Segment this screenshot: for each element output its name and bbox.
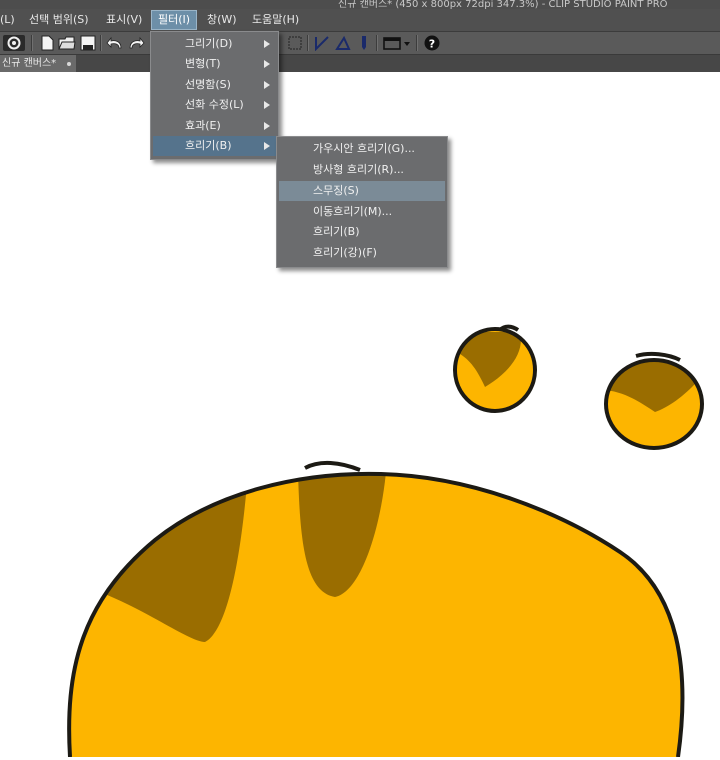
menu-selection[interactable]: 선택 범위(S) bbox=[23, 11, 95, 29]
menu-item-label: 흐리기(B) bbox=[185, 139, 232, 152]
document-tab-bar: 신규 캔버스* bbox=[0, 55, 720, 72]
canvas-tab[interactable]: 신규 캔버스* bbox=[0, 55, 76, 72]
blur-submenu: 가우시안 흐리기(G)... 방사형 흐리기(R)... 스무징(S) 이동흐리… bbox=[276, 136, 448, 268]
ruler-icon[interactable] bbox=[313, 34, 331, 52]
help-icon[interactable]: ? bbox=[423, 34, 441, 52]
menu-layer[interactable]: (L) bbox=[0, 11, 21, 29]
menu-item-label: 선화 수정(L) bbox=[185, 98, 244, 111]
menu-item-effect[interactable]: 효과(E) bbox=[153, 116, 276, 136]
submenu-arrow-icon bbox=[264, 40, 270, 48]
menu-item-draw[interactable]: 그리기(D) bbox=[153, 34, 276, 54]
menu-item-gaussian-blur[interactable]: 가우시안 흐리기(G)... bbox=[279, 139, 445, 159]
redo-icon[interactable] bbox=[127, 34, 145, 52]
submenu-arrow-icon bbox=[264, 142, 270, 150]
menu-item-motion-blur[interactable]: 이동흐리기(M)... bbox=[279, 202, 445, 222]
toolbar-separator bbox=[376, 35, 378, 51]
menu-item-label: 효과(E) bbox=[185, 119, 221, 132]
menu-item-label: 변형(T) bbox=[185, 57, 221, 70]
submenu-arrow-icon bbox=[264, 81, 270, 89]
submenu-arrow-icon bbox=[264, 122, 270, 130]
snap-ruler-icon[interactable] bbox=[334, 34, 352, 52]
pen-icon[interactable] bbox=[355, 34, 373, 52]
save-icon[interactable] bbox=[79, 34, 97, 52]
toolbar-separator bbox=[416, 35, 418, 51]
menu-item-radial-blur[interactable]: 방사형 흐리기(R)... bbox=[279, 160, 445, 180]
selection-icon[interactable] bbox=[286, 34, 304, 52]
menu-item-blur[interactable]: 흐리기(B) bbox=[279, 222, 445, 242]
submenu-arrow-icon bbox=[264, 101, 270, 109]
menu-window[interactable]: 창(W) bbox=[201, 11, 243, 29]
submenu-arrow-icon bbox=[264, 60, 270, 68]
menu-item-label: 그리기(D) bbox=[185, 37, 233, 50]
menu-help[interactable]: 도움말(H) bbox=[246, 11, 305, 29]
unsaved-dot-icon bbox=[67, 62, 71, 66]
filter-menu: 그리기(D) 변형(T) 선명함(S) 선화 수정(L) 효과(E) 흐리기(B… bbox=[150, 31, 279, 160]
menu-item-smoothing[interactable]: 스무징(S) bbox=[279, 181, 445, 201]
menu-bar: (L) 선택 범위(S) 표시(V) 필터(I) 창(W) 도움말(H) bbox=[0, 9, 720, 32]
menu-filter[interactable]: 필터(I) bbox=[151, 10, 198, 30]
command-bar: ? bbox=[0, 32, 720, 55]
clip-studio-logo-icon[interactable] bbox=[2, 34, 26, 52]
menu-item-blur-strong[interactable]: 흐리기(강)(F) bbox=[279, 243, 445, 263]
new-file-icon[interactable] bbox=[38, 34, 56, 52]
menu-view[interactable]: 표시(V) bbox=[100, 11, 148, 29]
menu-item-blur[interactable]: 흐리기(B) bbox=[153, 136, 276, 156]
toolbar-separator bbox=[100, 35, 102, 51]
canvas-tab-label: 신규 캔버스* bbox=[2, 58, 57, 69]
title-bar: 신규 캔버스* (450 x 800px 72dpi 347.3%) - CLI… bbox=[0, 0, 720, 9]
menu-item-line-correction[interactable]: 선화 수정(L) bbox=[153, 95, 276, 115]
toolbar-separator bbox=[307, 35, 309, 51]
menu-item-label: 선명함(S) bbox=[185, 78, 231, 91]
toolbar-separator bbox=[31, 35, 33, 51]
menu-item-transform[interactable]: 변형(T) bbox=[153, 54, 276, 74]
open-file-icon[interactable] bbox=[58, 34, 76, 52]
display-mode-icon[interactable] bbox=[382, 34, 412, 52]
window-title: 신규 캔버스* (450 x 800px 72dpi 347.3%) - CLI… bbox=[338, 0, 668, 9]
menu-item-sharpen[interactable]: 선명함(S) bbox=[153, 75, 276, 95]
svg-text:?: ? bbox=[429, 38, 435, 51]
undo-icon[interactable] bbox=[106, 34, 124, 52]
